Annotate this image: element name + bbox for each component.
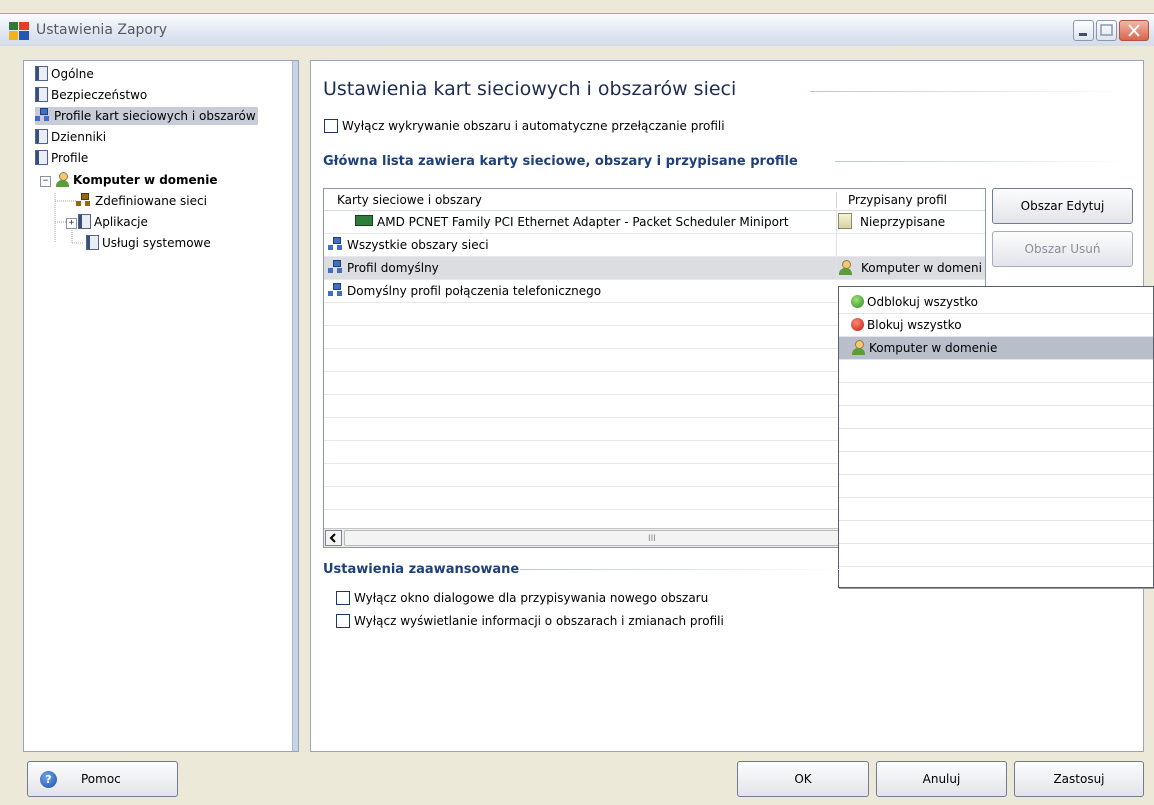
network-icon bbox=[328, 283, 344, 297]
ok-button[interactable]: OK bbox=[737, 761, 869, 797]
advanced-heading: Ustawienia zaawansowane bbox=[323, 562, 520, 577]
document-icon bbox=[35, 129, 48, 144]
network-defined-icon bbox=[76, 193, 92, 207]
help-button[interactable]: ? Pomoc bbox=[27, 761, 178, 797]
list-heading: Główna lista zawiera karty sieciowe, obs… bbox=[323, 154, 798, 169]
list-row[interactable]: AMD PCNET Family PCI Ethernet Adapter - … bbox=[324, 211, 985, 234]
dropdown-row-empty bbox=[839, 544, 1153, 567]
scroll-grip: III bbox=[648, 534, 656, 544]
list-row-selected[interactable]: Profil domyślny Komputer w domeni bbox=[324, 257, 985, 280]
tree-item-general[interactable]: Ogólne bbox=[35, 65, 94, 83]
minimize-button[interactable] bbox=[1073, 20, 1094, 41]
network-card-icon bbox=[355, 215, 373, 226]
dropdown-row-empty bbox=[839, 475, 1153, 498]
row-profile-cell[interactable]: Komputer w domeni bbox=[838, 257, 982, 279]
tree-item-security[interactable]: Bezpieczeństwo bbox=[35, 86, 147, 104]
edit-area-button[interactable]: Obszar Edytuj bbox=[992, 188, 1133, 224]
row-adapter-cell: Profil domyślny bbox=[328, 257, 439, 279]
tree-item-domain-computer[interactable]: Komputer w domenie bbox=[55, 171, 217, 189]
tree-item-defined-networks[interactable]: Zdefiniowane sieci bbox=[76, 192, 207, 210]
tree-item-network-profiles[interactable]: Profile kart sieciowych i obszarów bbox=[35, 107, 258, 125]
profile-dropdown-list[interactable]: Odblokuj wszystko Blokuj wszystko Komput… bbox=[838, 286, 1154, 588]
apply-button[interactable]: Zastosuj bbox=[1014, 761, 1144, 797]
document-icon bbox=[78, 214, 91, 229]
disable-detection-checkbox[interactable] bbox=[324, 119, 338, 133]
document-icon bbox=[35, 87, 48, 102]
column-header-adapters[interactable]: Karty sieciowe i obszary bbox=[337, 189, 482, 211]
maximize-button[interactable] bbox=[1096, 20, 1117, 41]
list-header: Karty sieciowe i obszary Przypisany prof… bbox=[324, 189, 985, 211]
network-icon bbox=[35, 108, 51, 122]
dropdown-row-empty bbox=[839, 429, 1153, 452]
document-icon bbox=[35, 150, 48, 165]
column-header-profile[interactable]: Przypisany profil bbox=[848, 189, 947, 211]
green-up-arrow-icon bbox=[851, 295, 864, 308]
network-icon bbox=[328, 260, 344, 274]
row-profile-cell: Nieprzypisane bbox=[838, 211, 945, 233]
disable-area-info-label: Wyłącz wyświetlanie informacji o obszara… bbox=[354, 614, 724, 628]
dropdown-row-empty bbox=[839, 452, 1153, 475]
red-block-icon bbox=[851, 318, 864, 331]
dropdown-row-empty bbox=[839, 383, 1153, 406]
cell-separator bbox=[836, 211, 837, 233]
dropdown-row-empty bbox=[839, 521, 1153, 544]
cell-separator bbox=[836, 234, 837, 256]
window-title: Ustawienia Zapory bbox=[36, 22, 168, 38]
tree-item-applications[interactable]: Aplikacje bbox=[78, 213, 148, 231]
list-heading-divider bbox=[835, 161, 1125, 162]
arrow-left-icon bbox=[329, 533, 336, 543]
list-row[interactable]: Wszystkie obszary sieci bbox=[324, 234, 985, 257]
dropdown-option-unblock-all[interactable]: Odblokuj wszystko bbox=[839, 291, 1153, 314]
close-button[interactable] bbox=[1119, 20, 1149, 41]
title-divider bbox=[810, 91, 1130, 92]
row-adapter-cell: Domyślny profil połączenia telefoniczneg… bbox=[328, 280, 601, 302]
page-title: Ustawienia kart sieciowych i obszarów si… bbox=[323, 78, 737, 100]
tree-item-system-services[interactable]: Usługi systemowe bbox=[86, 234, 211, 252]
document-icon bbox=[35, 66, 48, 81]
delete-area-button[interactable]: Obszar Usuń bbox=[992, 231, 1133, 267]
cancel-button[interactable]: Anuluj bbox=[876, 761, 1007, 797]
title-bar: Ustawienia Zapory bbox=[0, 13, 1154, 46]
disable-area-info-checkbox[interactable] bbox=[336, 614, 350, 628]
disable-new-area-dialog-checkbox[interactable] bbox=[336, 591, 350, 605]
expand-toggle[interactable]: + bbox=[66, 218, 77, 229]
dropdown-option-block-all[interactable]: Blokuj wszystko bbox=[839, 314, 1153, 337]
advanced-divider bbox=[520, 569, 840, 570]
dropdown-row-empty bbox=[839, 567, 1153, 587]
disable-detection-label: Wyłącz wykrywanie obszaru i automatyczne… bbox=[342, 119, 725, 133]
network-icon bbox=[328, 237, 344, 251]
help-icon: ? bbox=[40, 771, 57, 788]
user-icon bbox=[838, 260, 853, 275]
dropdown-option-domain-computer[interactable]: Komputer w domenie bbox=[839, 337, 1153, 360]
dropdown-row-empty bbox=[839, 498, 1153, 521]
user-icon bbox=[55, 172, 70, 187]
column-separator[interactable] bbox=[836, 192, 837, 208]
settings-tree: Ogólne Bezpieczeństwo Profile kart sieci… bbox=[23, 60, 299, 752]
dropdown-row-empty bbox=[839, 360, 1153, 383]
disable-new-area-dialog-label: Wyłącz okno dialogowe dla przypisywania … bbox=[354, 591, 709, 605]
tree-item-logs[interactable]: Dzienniki bbox=[35, 128, 106, 146]
document-icon bbox=[86, 235, 99, 250]
collapse-toggle[interactable]: − bbox=[40, 176, 51, 187]
user-icon bbox=[851, 340, 866, 355]
scroll-left-button[interactable] bbox=[325, 530, 342, 546]
dropdown-row-empty bbox=[839, 406, 1153, 429]
app-logo-icon bbox=[9, 22, 29, 40]
cell-separator bbox=[836, 257, 837, 279]
unassigned-profile-icon bbox=[838, 213, 852, 229]
tree-scrollbar[interactable] bbox=[292, 61, 298, 751]
row-adapter-cell: AMD PCNET Family PCI Ethernet Adapter - … bbox=[355, 211, 789, 233]
tree-item-profiles[interactable]: Profile bbox=[35, 149, 88, 167]
row-adapter-cell: Wszystkie obszary sieci bbox=[328, 234, 489, 256]
